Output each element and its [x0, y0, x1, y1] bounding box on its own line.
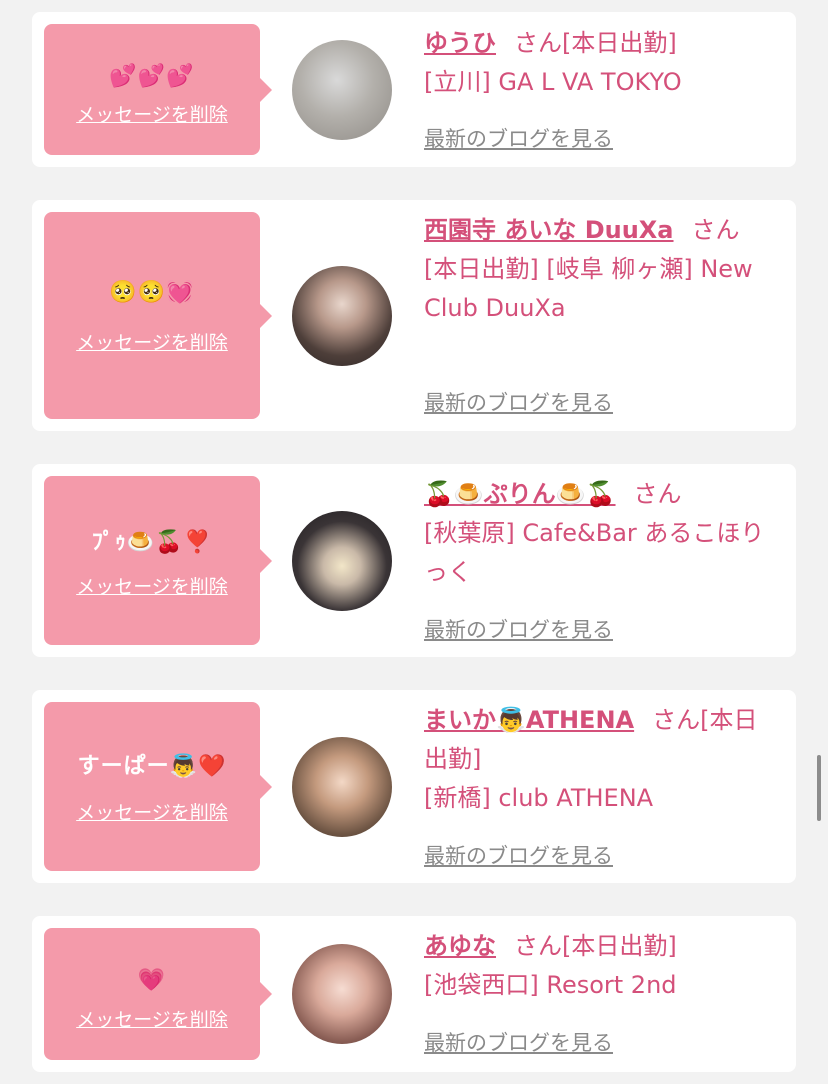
message-bubble: 💗 メッセージを削除	[44, 928, 272, 1060]
shop-text: [新橋] club ATHENA	[424, 784, 654, 812]
scrollbar[interactable]	[817, 755, 821, 821]
latest-blog-link[interactable]: 最新のブログを見る	[424, 1027, 613, 1057]
entry-info: 🍒🍮ぷりん🍮🍒 さん [秋葉原] Cafe&Bar あるこほりっく	[424, 475, 774, 592]
favorite-card: 💕💕💕 メッセージを削除 ゆうひ さん[本日出勤] [立川] GA L VA TO…	[32, 12, 796, 167]
latest-blog-link[interactable]: 最新のブログを見る	[424, 387, 613, 417]
cast-name-link[interactable]: ゆうひ	[424, 29, 496, 57]
cast-name-link[interactable]: まいか👼ATHENA	[424, 706, 634, 734]
entry-info: ゆうひ さん[本日出勤] [立川] GA L VA TOKYO	[424, 24, 774, 102]
favorite-card: すーぱー👼❤️ メッセージを削除 まいか👼ATHENA さん[本日出勤] [新橋]…	[32, 690, 796, 883]
cast-name-link[interactable]: 西園寺 あいな DuuXa	[424, 216, 674, 244]
favorite-card: 🥺🥺💓 メッセージを削除 西園寺 あいな DuuXa さん [本日出勤] [岐阜 …	[32, 200, 796, 431]
latest-blog-link[interactable]: 最新のブログを見る	[424, 840, 613, 870]
honorific-status: さん[本日出勤]	[514, 29, 677, 57]
honorific-status: さん	[633, 480, 682, 508]
delete-message-link[interactable]: メッセージを削除	[44, 328, 260, 355]
shop-text: [秋葉原] Cafe&Bar あるこほりっく	[424, 519, 765, 586]
message-text: 💗	[137, 968, 167, 993]
avatar[interactable]	[292, 511, 392, 611]
delete-message-link[interactable]: メッセージを削除	[44, 798, 260, 825]
delete-message-link[interactable]: メッセージを削除	[44, 100, 260, 127]
honorific-status: さん[本日出勤]	[514, 932, 677, 960]
delete-message-link[interactable]: メッセージを削除	[44, 572, 260, 599]
shop-text: [池袋西口] Resort 2nd	[424, 971, 677, 999]
message-text: ﾌﾟｩ🍮🍒❣️	[91, 530, 213, 555]
entry-info: 西園寺 あいな DuuXa さん [本日出勤] [岐阜 柳ヶ瀬] New Club…	[424, 211, 774, 328]
avatar[interactable]	[292, 944, 392, 1044]
favorite-card: ﾌﾟｩ🍮🍒❣️ メッセージを削除 🍒🍮ぷりん🍮🍒 さん [秋葉原] Cafe&Ba…	[32, 464, 796, 657]
shop-text: [立川] GA L VA TOKYO	[424, 68, 682, 96]
honorific-status: さん	[691, 216, 740, 244]
message-text: すーぱー👼❤️	[77, 754, 227, 779]
message-bubble: 🥺🥺💓 メッセージを削除	[44, 212, 272, 419]
latest-blog-link[interactable]: 最新のブログを見る	[424, 614, 613, 644]
message-bubble: すーぱー👼❤️ メッセージを削除	[44, 702, 272, 871]
message-text: 💕💕💕	[109, 64, 195, 89]
avatar[interactable]	[292, 266, 392, 366]
favorite-card: 💗 メッセージを削除 あゆな さん[本日出勤] [池袋西口] Resort 2nd…	[32, 916, 796, 1072]
entry-info: あゆな さん[本日出勤] [池袋西口] Resort 2nd	[424, 927, 774, 1005]
message-bubble: ﾌﾟｩ🍮🍒❣️ メッセージを削除	[44, 476, 272, 645]
message-text: 🥺🥺💓	[109, 280, 195, 305]
entry-info: まいか👼ATHENA さん[本日出勤] [新橋] club ATHENA	[424, 701, 774, 818]
latest-blog-link[interactable]: 最新のブログを見る	[424, 123, 613, 153]
delete-message-link[interactable]: メッセージを削除	[44, 1005, 260, 1032]
cast-name-link[interactable]: あゆな	[424, 932, 496, 960]
avatar[interactable]	[292, 40, 392, 140]
shop-text: [本日出勤] [岐阜 柳ヶ瀬] New Club DuuXa	[424, 255, 753, 322]
message-bubble: 💕💕💕 メッセージを削除	[44, 24, 272, 155]
cast-name-link[interactable]: 🍒🍮ぷりん🍮🍒	[424, 480, 616, 508]
avatar[interactable]	[292, 737, 392, 837]
